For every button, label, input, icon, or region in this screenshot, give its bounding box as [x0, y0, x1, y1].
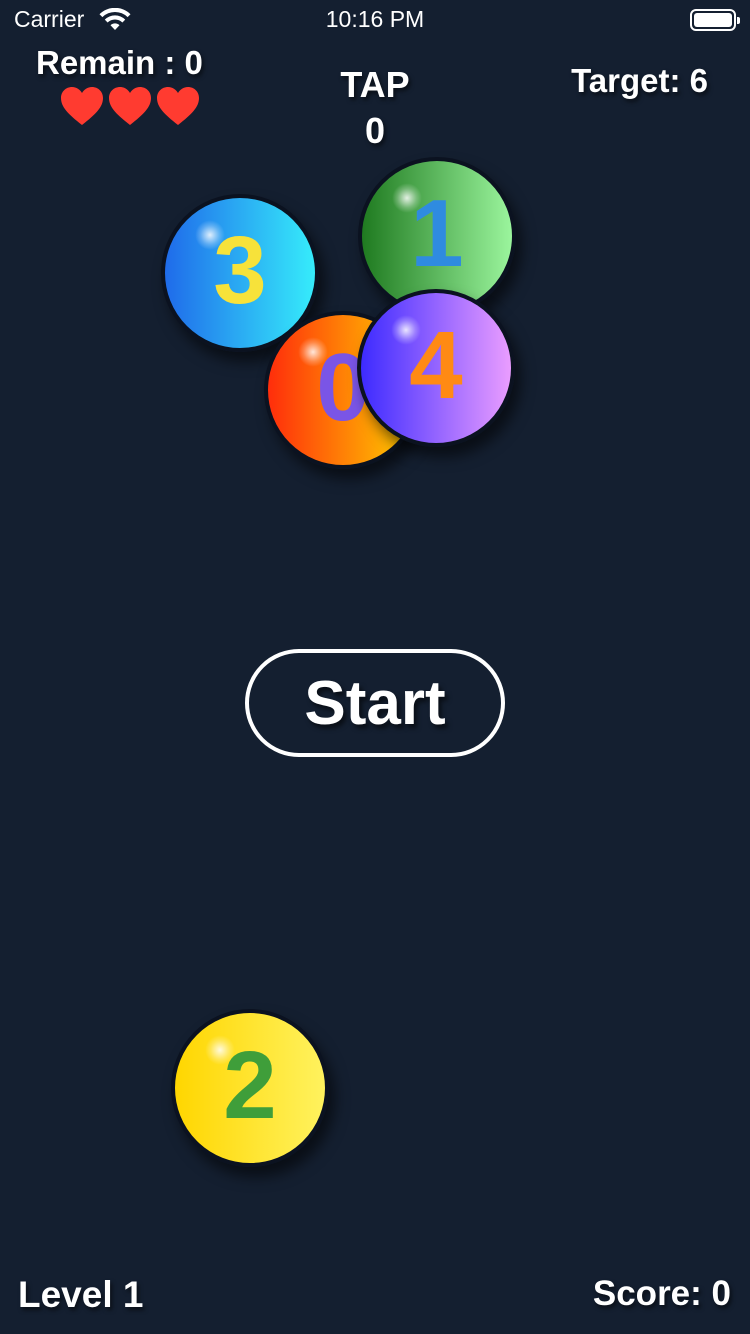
ball-number: 2 — [223, 1032, 277, 1139]
level-label: Level 1 — [18, 1274, 144, 1315]
ball-number: 4 — [409, 312, 463, 419]
tap-count: 0 — [364, 110, 386, 151]
score-label: Score: 0 — [592, 1274, 731, 1313]
status-time: 10:16 PM — [325, 6, 425, 32]
ball-number: 3 — [213, 217, 267, 324]
battery-icon — [690, 9, 740, 31]
status-bar: Carrier 10:16 PM — [0, 0, 750, 40]
number-ball[interactable]: 4 — [357, 289, 515, 447]
start-button[interactable]: Start — [245, 649, 505, 757]
number-ball[interactable]: 2 — [171, 1009, 329, 1167]
ball-number: 1 — [410, 180, 464, 287]
target-label: Target: 6 — [571, 62, 708, 99]
